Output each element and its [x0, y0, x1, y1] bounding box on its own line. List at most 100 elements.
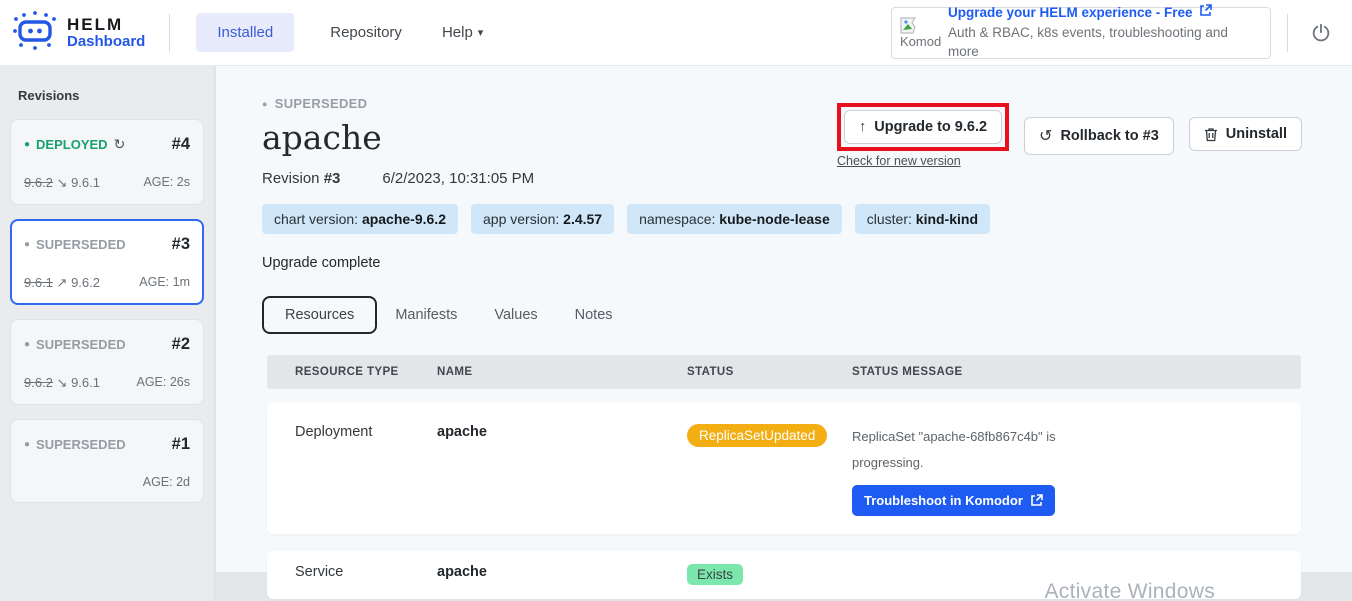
resource-status-cell: Exists — [687, 564, 852, 585]
check-new-version-link[interactable]: Check for new version — [837, 154, 1009, 168]
trash-icon — [1204, 127, 1218, 142]
resource-name-cell: apache — [437, 564, 687, 585]
activate-windows-watermark: Activate Windows — [1044, 580, 1215, 601]
revision-age: AGE: 2d — [143, 475, 190, 489]
release-status-badge: ● SUPERSEDED — [262, 96, 534, 111]
status-badge-exists: Exists — [687, 564, 743, 585]
logo-text: HELM Dashboard — [67, 16, 145, 50]
external-link-icon — [1030, 494, 1043, 507]
uninstall-button[interactable]: Uninstall — [1189, 117, 1302, 151]
revision-age: AGE: 2s — [143, 175, 190, 191]
banner-title-text: Upgrade your HELM experience - Free — [948, 3, 1193, 23]
release-detail-panel: ● SUPERSEDED apache Revision #3 6/2/2023… — [216, 66, 1352, 572]
nav-tab-repository[interactable]: Repository — [330, 24, 402, 41]
col-header-status: STATUS — [687, 366, 852, 378]
resource-type-cell: Service — [267, 564, 437, 585]
new-version: 9.6.2 — [71, 275, 100, 290]
col-header-resource-type: RESOURCE TYPE — [267, 366, 437, 378]
status-label: DEPLOYED — [36, 137, 108, 152]
komodor-promo-banner[interactable]: Komodor Upgrade your HELM experience - F… — [891, 7, 1271, 59]
release-date: 6/2/2023, 10:31:05 PM — [382, 170, 534, 187]
main-nav: Installed Repository Help ▾ — [196, 13, 483, 52]
revision-status: ● SUPERSEDED — [24, 437, 126, 452]
revision-status: ● SUPERSEDED — [24, 237, 126, 252]
status-message-cell: ReplicaSet "apache-68fb867c4b" is progre… — [852, 424, 1301, 516]
tab-manifests[interactable]: Manifests — [395, 307, 457, 323]
release-meta-chips: chart version: apache-9.6.2 app version:… — [262, 204, 1302, 234]
downgrade-arrow-icon: ↘ — [57, 375, 68, 390]
tab-notes[interactable]: Notes — [575, 307, 613, 323]
version-change: 9.6.2 ↘ 9.6.1 — [24, 175, 100, 191]
tab-resources[interactable]: Resources — [262, 296, 377, 334]
revision-number: #3 — [172, 235, 190, 254]
namespace-chip: namespace: kube-node-lease — [627, 204, 842, 234]
reload-icon[interactable]: ↻ — [114, 136, 126, 153]
cluster-chip: cluster: kind-kind — [855, 204, 990, 234]
revision-card-3-selected[interactable]: ● SUPERSEDED #3 9.6.1 ↗ 9.6.2 AGE: 1m — [10, 219, 204, 305]
revision-meta: Revision #3 6/2/2023, 10:31:05 PM — [262, 170, 534, 187]
status-dot-icon: ● — [262, 99, 268, 109]
troubleshoot-komodor-button[interactable]: Troubleshoot in Komodor — [852, 485, 1055, 516]
status-label: SUPERSEDED — [36, 237, 126, 252]
release-description: Upgrade complete — [262, 255, 1302, 271]
revision-age: AGE: 1m — [139, 275, 190, 291]
arrow-up-icon: ↑ — [859, 119, 866, 135]
upgrade-button[interactable]: ↑ Upgrade to 9.6.2 — [844, 110, 1002, 144]
nav-tab-installed[interactable]: Installed — [196, 13, 294, 52]
chart-version-chip: chart version: apache-9.6.2 — [262, 204, 458, 234]
troubleshoot-label: Troubleshoot in Komodor — [864, 493, 1023, 508]
resource-type-cell: Deployment — [267, 424, 437, 516]
status-badge-replicasetupdated: ReplicaSetUpdated — [687, 424, 827, 447]
version-change: 9.6.1 ↗ 9.6.2 — [24, 275, 100, 291]
helm-dashboard-logo[interactable]: HELM Dashboard — [12, 9, 145, 56]
caret-down-icon: ▾ — [478, 26, 484, 39]
rollback-icon: ↺ — [1039, 126, 1052, 146]
status-message-line: ReplicaSet "apache-68fb867c4b" is — [852, 424, 1281, 450]
status-label: SUPERSEDED — [36, 337, 126, 352]
revisions-sidebar: Revisions ● DEPLOYED ↻ #4 9.6.2 ↘ 9.6.1 … — [0, 66, 215, 601]
table-header-row: RESOURCE TYPE NAME STATUS STATUS MESSAGE — [267, 355, 1301, 389]
help-label: Help — [442, 24, 473, 41]
komodor-image-alt-text: Komodor — [900, 34, 942, 49]
rollback-button[interactable]: ↺ Rollback to #3 — [1024, 117, 1174, 155]
topbar-divider — [169, 14, 170, 52]
downgrade-arrow-icon: ↘ — [57, 175, 68, 190]
table-row-deployment: Deployment apache ReplicaSetUpdated Repl… — [267, 403, 1301, 534]
old-version: 9.6.2 — [24, 375, 53, 390]
nav-menu-help[interactable]: Help ▾ — [442, 24, 483, 41]
revision-age: AGE: 26s — [137, 375, 191, 391]
revision-number: #3 — [324, 170, 341, 187]
detail-tabs: Resources Manifests Values Notes — [262, 296, 1302, 334]
helm-logo-icon — [12, 9, 58, 56]
status-label: SUPERSEDED — [36, 437, 126, 452]
komodor-logo-broken-image: Komodor — [900, 17, 942, 49]
upgrade-button-label: Upgrade to 9.6.2 — [874, 119, 987, 135]
status-dot-icon: ● — [24, 339, 30, 350]
external-link-icon — [1199, 3, 1212, 23]
release-actions: ↑ Upgrade to 9.6.2 Check for new version… — [837, 110, 1302, 187]
revision-card-1[interactable]: ● SUPERSEDED #1 AGE: 2d — [10, 419, 204, 503]
revision-number: #4 — [172, 135, 190, 154]
topbar-divider — [1287, 14, 1288, 52]
banner-title-link[interactable]: Upgrade your HELM experience - Free — [948, 3, 1262, 23]
tab-values[interactable]: Values — [494, 307, 537, 323]
power-icon — [1310, 22, 1332, 44]
revision-status: ● DEPLOYED ↻ — [24, 136, 125, 153]
col-header-name: NAME — [437, 366, 687, 378]
app-version-chip: app version: 2.4.57 — [471, 204, 614, 234]
rollback-button-label: Rollback to #3 — [1060, 128, 1158, 144]
upgrade-arrow-icon: ↗ — [57, 275, 68, 290]
revision-card-2[interactable]: ● SUPERSEDED #2 9.6.2 ↘ 9.6.1 AGE: 26s — [10, 319, 204, 405]
revision-status: ● SUPERSEDED — [24, 337, 126, 352]
old-version: 9.6.2 — [24, 175, 53, 190]
status-dot-icon: ● — [24, 439, 30, 450]
shutdown-button[interactable] — [1310, 22, 1332, 44]
logo-subtitle: Dashboard — [67, 34, 145, 50]
version-change: 9.6.2 ↘ 9.6.1 — [24, 375, 100, 391]
broken-image-icon — [900, 17, 922, 34]
status-message-line: progressing. — [852, 450, 1281, 476]
release-header: ● SUPERSEDED apache Revision #3 6/2/2023… — [262, 96, 534, 187]
top-navigation-bar: HELM Dashboard Installed Repository Help… — [0, 0, 1352, 66]
annotation-highlight-box: ↑ Upgrade to 9.6.2 — [837, 103, 1009, 151]
revision-card-4[interactable]: ● DEPLOYED ↻ #4 9.6.2 ↘ 9.6.1 AGE: 2s — [10, 119, 204, 205]
